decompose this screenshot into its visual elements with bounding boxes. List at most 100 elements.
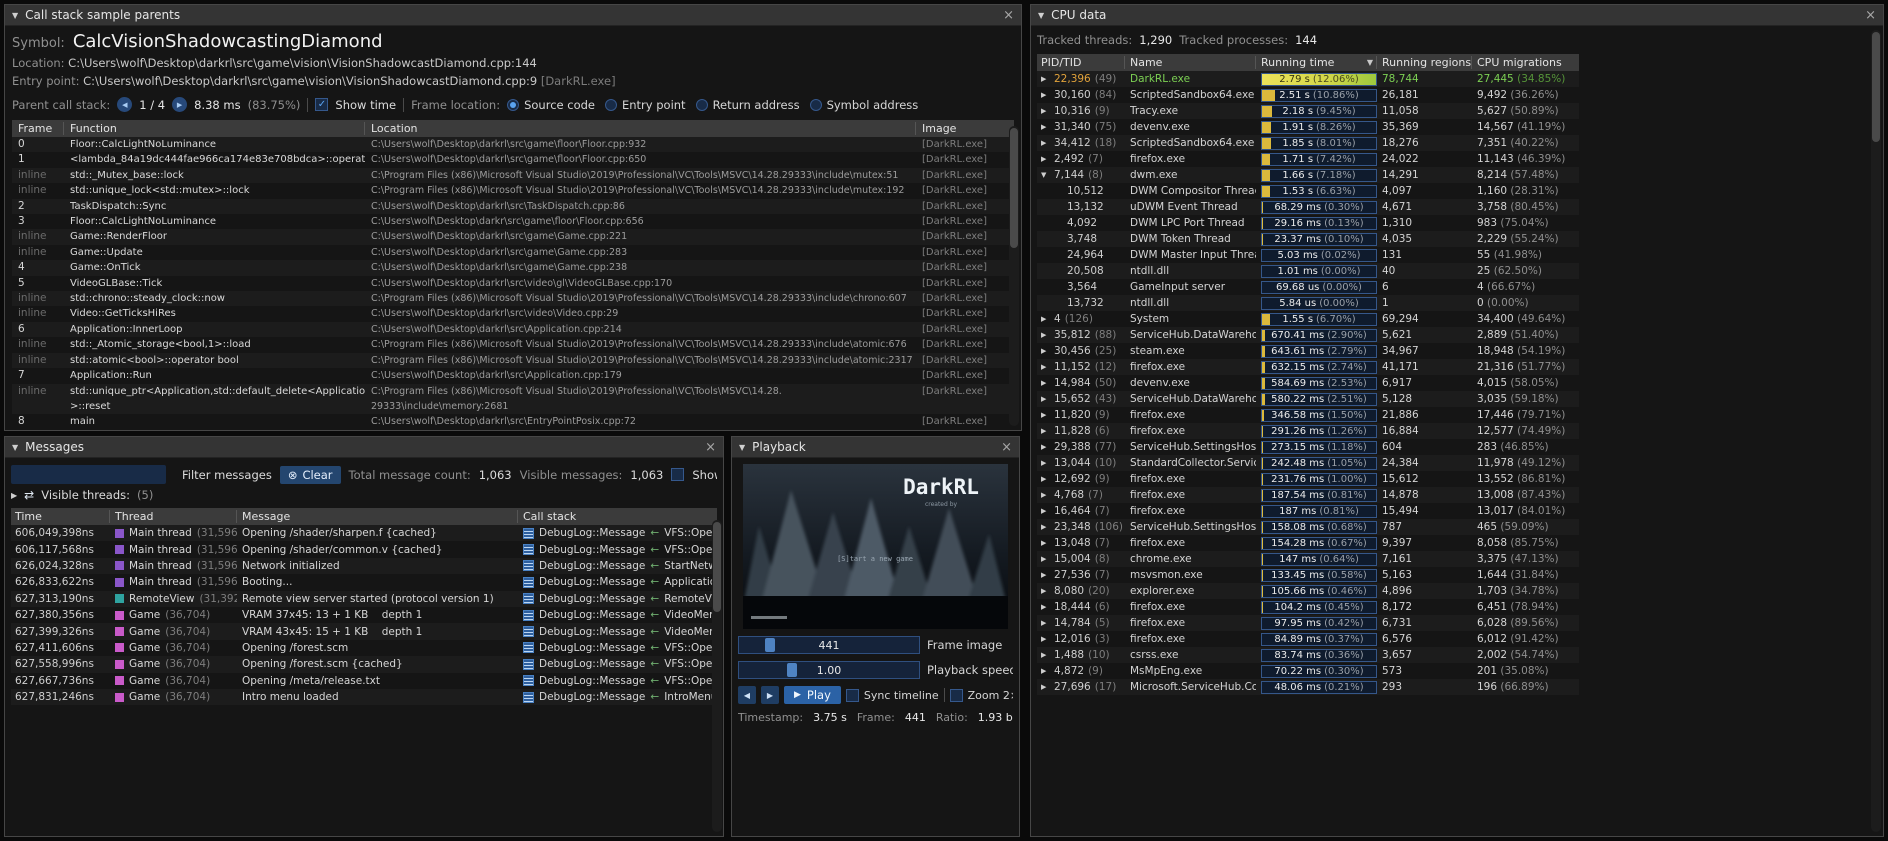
cpu-row[interactable]: ▶2,492(7) firefox.exe 1.71 s(7.42%) 24,0… bbox=[1037, 151, 1579, 167]
cpu-row[interactable]: ▶13,048(7) firefox.exe 154.28 ms(0.67%) … bbox=[1037, 535, 1579, 551]
expand-arrow-icon[interactable]: ▶ bbox=[1041, 107, 1050, 115]
callstack-row[interactable]: inline std::chrono::steady_clock::now C:… bbox=[12, 291, 1014, 306]
cpu-row[interactable]: ▶29,388(77) ServiceHub.SettingsHost.exe … bbox=[1037, 439, 1579, 455]
callstack-row[interactable]: inline std::_Atomic_storage<bool,1>::loa… bbox=[12, 337, 1014, 352]
message-row[interactable]: 606,117,568ns Main thread(31,596) Openin… bbox=[11, 541, 717, 557]
expand-arrow-icon[interactable]: ▶ bbox=[1041, 539, 1050, 547]
cpu-row[interactable]: ▶10,316(9) Tracy.exe 2.18 s(9.45%) 11,05… bbox=[1037, 103, 1579, 119]
cpu-row[interactable]: ▶30,456(25) steam.exe 643.61 ms(2.79%) 3… bbox=[1037, 343, 1579, 359]
expand-arrow-icon[interactable]: ▶ bbox=[1041, 587, 1050, 595]
message-callstack[interactable]: DebugLog::Message←IntroMenu:: bbox=[523, 691, 713, 703]
column-header-running-time[interactable]: ▼Running time bbox=[1261, 56, 1377, 69]
frame-location-radio-option[interactable]: Symbol address bbox=[810, 98, 919, 112]
frame-location-radio-option[interactable]: Source code bbox=[507, 98, 595, 112]
messages-titlebar[interactable]: ▼ Messages × bbox=[5, 437, 723, 458]
filter-input[interactable] bbox=[11, 465, 166, 484]
expand-arrow-icon[interactable]: ▶ bbox=[1041, 155, 1050, 163]
expand-arrow-icon[interactable]: ▶ bbox=[1041, 411, 1050, 419]
expand-arrow-icon[interactable]: ▶ bbox=[1041, 395, 1050, 403]
expand-arrow-icon[interactable]: ▶ bbox=[1041, 603, 1050, 611]
collapse-arrow-icon[interactable]: ▼ bbox=[12, 11, 18, 20]
cpu-row[interactable]: ▶18,444(6) firefox.exe 104.2 ms(0.45%) 8… bbox=[1037, 599, 1579, 615]
message-row[interactable]: 627,831,246ns Game(36,704) Intro menu lo… bbox=[11, 689, 717, 705]
message-callstack[interactable]: DebugLog::Message←VideoMemo bbox=[523, 609, 713, 621]
cpu-row[interactable]: ▶15,652(43) ServiceHub.DataWarehouseHost… bbox=[1037, 391, 1579, 407]
expand-arrow-icon[interactable]: ▶ bbox=[1041, 667, 1050, 675]
play-button[interactable]: ▶ Play bbox=[784, 686, 841, 704]
scrollbar-thumb[interactable] bbox=[1872, 32, 1880, 142]
callstack-row[interactable]: inline std::_Mutex_base::lock C:\Program… bbox=[12, 168, 1014, 183]
message-row[interactable]: 627,399,326ns Game(36,704) VRAM 43x45: 1… bbox=[11, 623, 717, 639]
message-callstack[interactable]: DebugLog::Message←VFS::Open bbox=[523, 658, 713, 670]
message-callstack[interactable]: DebugLog::Message←VideoMemo bbox=[523, 626, 713, 638]
cpu-row[interactable]: ▶13,044(10) StandardCollector.Service.ex… bbox=[1037, 455, 1579, 471]
collapse-arrow-icon[interactable]: ▼ bbox=[739, 443, 745, 452]
cpu-row[interactable]: ▶4(126) System 1.55 s(6.70%) 69,294 34,4… bbox=[1037, 311, 1579, 327]
cpu-row[interactable]: ▶15,004(8) chrome.exe 147 ms(0.64%) 7,16… bbox=[1037, 551, 1579, 567]
callstack-row[interactable]: 0 Floor::CalcLightNoLuminance C:\Users\w… bbox=[12, 137, 1014, 152]
expand-arrow-icon[interactable]: ▶ bbox=[1041, 555, 1050, 563]
collapse-arrow-icon[interactable]: ▼ bbox=[1038, 11, 1044, 20]
show-time-label[interactable]: Show time bbox=[335, 98, 396, 112]
message-row[interactable]: 606,049,398ns Main thread(31,596) Openin… bbox=[11, 525, 717, 541]
expand-arrow-icon[interactable]: ▶ bbox=[1041, 459, 1050, 467]
scrollbar-thumb[interactable] bbox=[1010, 128, 1018, 248]
callstack-row[interactable]: inline std::atomic<bool>::operator bool … bbox=[12, 353, 1014, 368]
expand-arrow-icon[interactable]: ▶ bbox=[1041, 91, 1050, 99]
cpu-row[interactable]: ▶11,152(12) firefox.exe 632.15 ms(2.74%)… bbox=[1037, 359, 1579, 375]
prev-sample-button[interactable]: ◀ bbox=[117, 97, 132, 112]
show-frame-label[interactable]: Show frame bbox=[692, 468, 717, 482]
expand-arrow-icon[interactable]: ▶ bbox=[1041, 443, 1050, 451]
callstack-row[interactable]: 7 Application::Run C:\Users\wolf\Desktop… bbox=[12, 368, 1014, 383]
close-icon[interactable]: × bbox=[705, 441, 716, 454]
expand-arrow-icon[interactable]: ▶ bbox=[1041, 75, 1050, 83]
callstack-row[interactable]: 2 TaskDispatch::Sync C:\Users\wolf\Deskt… bbox=[12, 199, 1014, 214]
cpu-row[interactable]: 13,132 uDWM Event Thread 68.29 ms(0.30%)… bbox=[1037, 199, 1579, 215]
expand-arrow-icon[interactable]: ▶ bbox=[1041, 363, 1050, 371]
callstack-row[interactable]: inline std::unique_lock<std::mutex>::loc… bbox=[12, 183, 1014, 198]
callstack-row[interactable]: 3 Floor::CalcLightNoLuminance C:\Users\w… bbox=[12, 214, 1014, 229]
cpu-titlebar[interactable]: ▼ CPU data × bbox=[1031, 5, 1883, 26]
cpu-row[interactable]: 3,748 DWM Token Thread 23.37 ms(0.10%) 4… bbox=[1037, 231, 1579, 247]
callstack-row[interactable]: inline std::unique_ptr<Application,std::… bbox=[12, 384, 1014, 415]
expand-arrow-icon[interactable]: ▶ bbox=[1041, 635, 1050, 643]
message-row[interactable]: 626,024,328ns Main thread(31,596) Networ… bbox=[11, 558, 717, 574]
show-frame-checkbox[interactable] bbox=[671, 468, 684, 481]
message-callstack[interactable]: DebugLog::Message←VFS::Open bbox=[523, 642, 713, 654]
radio-icon[interactable] bbox=[507, 99, 519, 111]
collapse-arrow-icon[interactable]: ▼ bbox=[12, 443, 18, 452]
sync-timeline-checkbox[interactable] bbox=[846, 689, 859, 702]
frame-image-slider[interactable]: 441 bbox=[738, 636, 920, 654]
expand-arrow-icon[interactable]: ▶ bbox=[1041, 619, 1050, 627]
radio-icon[interactable] bbox=[605, 99, 617, 111]
cpu-scrollbar[interactable] bbox=[1871, 30, 1881, 832]
callstack-row[interactable]: 6 Application::InnerLoop C:\Users\wolf\D… bbox=[12, 322, 1014, 337]
cpu-row[interactable]: 20,508 ntdll.dll 1.01 ms(0.00%) 40 25 (6… bbox=[1037, 263, 1579, 279]
expand-arrow-icon[interactable]: ▶ bbox=[1041, 331, 1050, 339]
expand-arrow-icon[interactable]: ▶ bbox=[1041, 683, 1050, 691]
cpu-row[interactable]: ▶11,828(6) firefox.exe 291.26 ms(1.26%) … bbox=[1037, 423, 1579, 439]
expand-arrow-icon[interactable]: ▶ bbox=[1041, 523, 1050, 531]
callstack-row[interactable]: 4 Game::OnTick C:\Users\wolf\Desktop\dar… bbox=[12, 260, 1014, 275]
zoom-2x-label[interactable]: Zoom 2× bbox=[968, 689, 1013, 702]
frame-location-radio-option[interactable]: Entry point bbox=[605, 98, 686, 112]
messages-scrollbar[interactable] bbox=[712, 520, 722, 832]
message-callstack[interactable]: DebugLog::Message←StartNetwo bbox=[523, 560, 713, 572]
message-callstack[interactable]: DebugLog::Message←Application: bbox=[523, 576, 713, 588]
radio-icon[interactable] bbox=[810, 99, 822, 111]
cpu-row[interactable]: ▶11,820(9) firefox.exe 346.58 ms(1.50%) … bbox=[1037, 407, 1579, 423]
message-callstack[interactable]: DebugLog::Message←VFS::Open bbox=[523, 675, 713, 687]
expand-arrow-icon[interactable]: ▶ bbox=[1041, 427, 1050, 435]
cpu-row[interactable]: ▶8,080(20) explorer.exe 105.66 ms(0.46%)… bbox=[1037, 583, 1579, 599]
cpu-row[interactable]: ▶12,016(3) firefox.exe 84.89 ms(0.37%) 6… bbox=[1037, 631, 1579, 647]
expand-arrow-icon[interactable]: ▶ bbox=[1041, 139, 1050, 147]
callstack-scrollbar[interactable] bbox=[1009, 126, 1019, 426]
callstack-row[interactable]: inline Game::Update C:\Users\wolf\Deskto… bbox=[12, 245, 1014, 260]
playback-titlebar[interactable]: ▼ Playback × bbox=[732, 437, 1019, 458]
close-icon[interactable]: × bbox=[1003, 9, 1014, 22]
next-frame-button[interactable]: ▶ bbox=[761, 686, 779, 704]
expand-arrow-icon[interactable]: ▶ bbox=[1041, 475, 1050, 483]
column-header-pid[interactable]: PID/TID bbox=[1041, 56, 1125, 69]
callstack-titlebar[interactable]: ▼ Call stack sample parents × bbox=[5, 5, 1021, 26]
cpu-row[interactable]: ▶4,872(9) MsMpEng.exe 70.22 ms(0.30%) 57… bbox=[1037, 663, 1579, 679]
